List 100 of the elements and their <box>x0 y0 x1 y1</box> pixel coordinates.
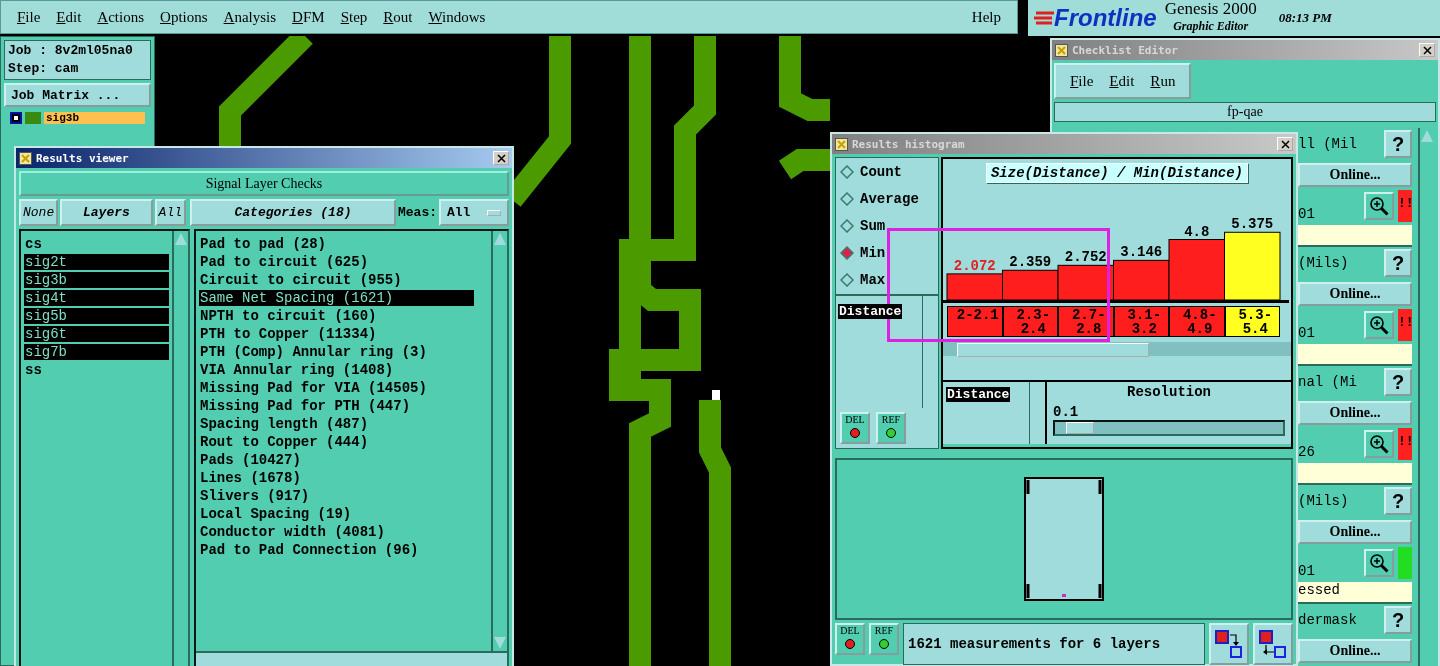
online-button[interactable]: Online... <box>1298 163 1412 187</box>
histogram-bar[interactable] <box>1224 231 1281 301</box>
category-list-item[interactable]: Spacing length (487) <box>199 415 474 433</box>
logo-text: Frontline <box>1054 4 1157 32</box>
category-list-item[interactable]: Missing Pad for VIA (14505) <box>199 379 474 397</box>
category-list-item[interactable]: PTH (Comp) Annular ring (3) <box>199 343 474 361</box>
refresh-button[interactable]: REF <box>869 623 899 655</box>
job-matrix-button[interactable]: Job Matrix ... <box>4 83 151 107</box>
menu-item[interactable]: Analysis <box>215 7 285 27</box>
layer-list-item[interactable]: sig2t <box>24 254 169 270</box>
close-button[interactable] <box>493 151 509 165</box>
radio-button[interactable] <box>840 273 854 288</box>
window-icon <box>19 151 32 165</box>
layer-list-item[interactable]: sig5b <box>24 308 169 324</box>
menu-item[interactable]: DFM <box>284 7 333 27</box>
category-list-item[interactable]: NPTH to circuit (160) <box>199 307 474 325</box>
category-list-item[interactable]: Circuit to circuit (955) <box>199 271 474 289</box>
radio-button[interactable] <box>840 246 854 261</box>
radio-label: Min <box>860 245 886 262</box>
scrollbar[interactable] <box>491 231 507 651</box>
category-list-item[interactable]: Missing Pad for PTH (447) <box>199 397 474 415</box>
menu-item[interactable]: File <box>1062 71 1102 91</box>
category-list-item[interactable]: Pad to Pad Connection (96) <box>199 541 474 559</box>
menu-item[interactable]: Windows <box>420 7 494 27</box>
zoom-in-button[interactable] <box>1364 311 1394 339</box>
histogram-bar[interactable] <box>1002 269 1059 301</box>
step-label: Step: cam <box>8 60 80 78</box>
category-list-item[interactable]: Pad to pad (28) <box>199 235 474 253</box>
menu-item[interactable]: Actions <box>89 7 153 27</box>
result-count: 01 <box>1298 325 1316 341</box>
scrollbar[interactable] <box>172 231 188 666</box>
resolution-label: Resolution <box>1127 384 1211 400</box>
category-list-item[interactable]: VIA Annular ring (1408) <box>199 361 474 379</box>
scrollbar[interactable] <box>943 342 1291 356</box>
export-histogram-button[interactable] <box>1209 623 1249 665</box>
menu-item[interactable]: Edit <box>1101 71 1143 91</box>
help-button[interactable]: ? <box>1384 368 1412 396</box>
select-none-button[interactable]: None <box>19 199 59 226</box>
layer-name[interactable]: sig3b <box>44 112 145 124</box>
category-list-item[interactable]: Conductor width (4081) <box>199 523 474 541</box>
meas-dropdown[interactable]: All <box>439 199 509 226</box>
help-button[interactable]: ? <box>1384 487 1412 515</box>
zoom-in-button[interactable] <box>1364 549 1394 577</box>
bin-range-label: 2.3-2.4 <box>1002 306 1058 337</box>
close-button[interactable] <box>1419 43 1435 57</box>
resolution-slider[interactable] <box>1053 420 1285 436</box>
online-button[interactable]: Online... <box>1298 401 1412 425</box>
close-button[interactable] <box>1277 137 1293 151</box>
histogram-bar[interactable] <box>1113 259 1170 301</box>
category-list-item[interactable]: Pad to circuit (625) <box>199 253 474 271</box>
select-all-button[interactable]: All <box>154 199 186 226</box>
result-count: 01 <box>1298 206 1316 222</box>
check-group-header[interactable]: Signal Layer Checks <box>19 171 509 196</box>
slider-thumb[interactable] <box>1066 422 1095 434</box>
online-button[interactable]: Online... <box>1298 639 1412 663</box>
layer-list-item[interactable]: sig6t <box>24 326 169 342</box>
bin-range-label: 5.3-5.4 <box>1224 306 1280 337</box>
delete-button[interactable]: DEL <box>835 623 865 655</box>
radio-button[interactable] <box>840 191 854 206</box>
radio-button[interactable] <box>840 164 854 179</box>
layer-list-item[interactable]: sig7b <box>24 344 169 360</box>
category-list-item[interactable]: PTH to Copper (11334) <box>199 325 474 343</box>
delete-button[interactable]: DEL <box>840 412 870 444</box>
histogram-bar[interactable] <box>1057 264 1114 301</box>
category-list-item[interactable]: Same Net Spacing (1621) <box>199 290 474 306</box>
layer-checkbox[interactable] <box>10 112 22 124</box>
menu-item[interactable]: Run <box>1142 71 1184 91</box>
field-list-item[interactable]: Distance <box>946 387 1011 402</box>
zoom-in-button[interactable] <box>1364 192 1394 220</box>
layer-list-item[interactable]: sig4t <box>24 290 169 306</box>
layer-list-item[interactable]: ss <box>24 361 169 379</box>
menu-item[interactable]: Options <box>152 7 216 27</box>
bar-value-label: 2.752 <box>1064 249 1107 266</box>
category-list-item[interactable]: Slivers (917) <box>199 487 474 505</box>
category-list-item[interactable]: Pads (10427) <box>199 451 474 469</box>
help-button[interactable]: ? <box>1384 249 1412 277</box>
category-list-item[interactable]: Rout to Copper (444) <box>199 433 474 451</box>
help-button[interactable]: ? <box>1384 130 1412 158</box>
help-button[interactable]: ? <box>1384 606 1412 634</box>
menu-item[interactable]: File <box>9 7 49 27</box>
scrollbar[interactable] <box>196 651 507 666</box>
menu-item[interactable]: Edit <box>48 7 90 27</box>
bar-value-label: 4.8 <box>1184 223 1210 240</box>
online-button[interactable]: Online... <box>1298 282 1412 306</box>
import-histogram-button[interactable] <box>1253 623 1293 665</box>
category-list-item[interactable]: Lines (1678) <box>199 469 474 487</box>
field-list-item[interactable]: Distance <box>838 304 903 319</box>
online-button[interactable]: Online... <box>1298 520 1412 544</box>
category-list-item[interactable]: Local Spacing (19) <box>199 505 474 523</box>
radio-label: Average <box>860 190 919 207</box>
bin-range-label: 4.8-4.9 <box>1169 306 1225 337</box>
layer-list-item[interactable]: sig3b <box>24 272 169 288</box>
menu-item[interactable]: Step <box>332 7 376 27</box>
layer-list-item[interactable]: cs <box>24 235 169 253</box>
help-menu[interactable]: Help <box>967 7 1005 27</box>
refresh-button[interactable]: REF <box>876 412 906 444</box>
categories-button[interactable]: Categories (18) <box>190 199 396 226</box>
zoom-in-button[interactable] <box>1364 430 1394 458</box>
menu-item[interactable]: Rout <box>375 7 421 27</box>
radio-button[interactable] <box>840 218 854 233</box>
